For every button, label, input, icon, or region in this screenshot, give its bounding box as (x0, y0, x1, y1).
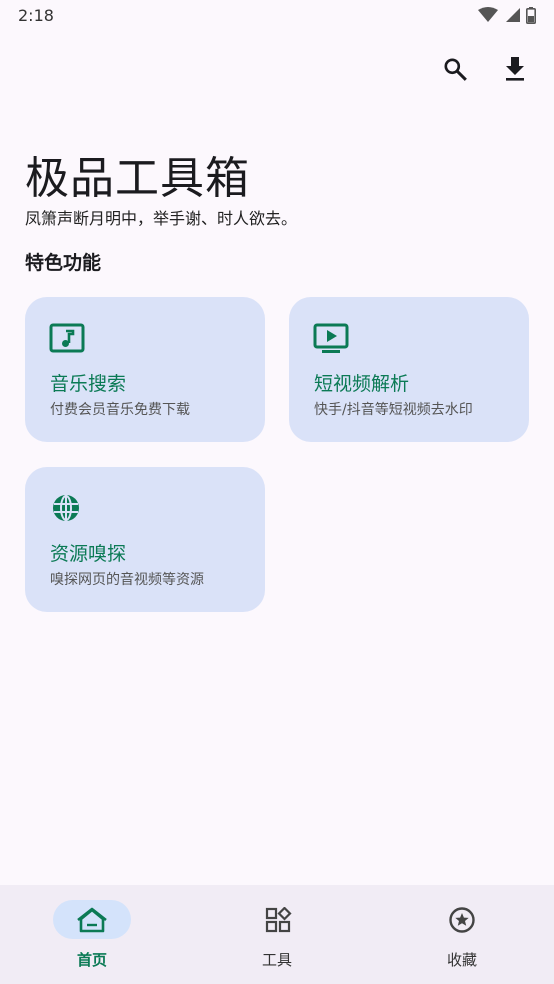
card-video-parse[interactable]: 短视频解析 快手/抖音等短视频去水印 (289, 297, 529, 442)
star-circle-icon (449, 907, 475, 933)
card-title: 短视频解析 (314, 373, 410, 395)
nav-label-favorites: 收藏 (446, 951, 477, 969)
app-bar-actions (440, 52, 530, 86)
nav-item-home[interactable]: 首页 (0, 885, 184, 984)
home-icon (77, 907, 107, 933)
download-icon (506, 57, 524, 81)
card-title: 音乐搜索 (50, 373, 127, 395)
status-icons (478, 6, 536, 24)
nav-item-favorites[interactable]: 收藏 (370, 885, 554, 984)
page-title: 极品工具箱 (25, 153, 250, 204)
card-desc: 付费会员音乐免费下载 (50, 402, 190, 418)
video-play-icon (313, 323, 349, 353)
card-title: 资源嗅探 (50, 543, 127, 565)
download-button[interactable] (500, 52, 530, 86)
nav-label-tools: 工具 (261, 951, 292, 969)
card-resource-sniff[interactable]: 资源嗅探 嗅探网页的音视频等资源 (25, 467, 265, 612)
music-note-icon (49, 323, 85, 353)
bottom-nav: 首页 工具 收藏 (0, 885, 554, 984)
page-subtitle: 凤箫声断月明中，举手谢、时人欲去。 (25, 209, 298, 228)
cell-signal-icon (506, 8, 520, 22)
battery-icon (526, 6, 536, 24)
globe-icon (53, 495, 79, 521)
status-bar: 2:18 (0, 0, 554, 30)
widgets-icon (265, 907, 292, 933)
wifi-icon (478, 7, 498, 22)
card-desc: 嗅探网页的音视频等资源 (50, 572, 204, 588)
nav-item-tools[interactable]: 工具 (185, 885, 369, 984)
section-title: 特色功能 (25, 252, 102, 274)
card-desc: 快手/抖音等短视频去水印 (314, 402, 473, 418)
card-music-search[interactable]: 音乐搜索 付费会员音乐免费下载 (25, 297, 265, 442)
nav-label-home: 首页 (76, 951, 107, 969)
search-icon (444, 58, 467, 81)
status-time: 2:18 (18, 5, 54, 25)
search-button[interactable] (440, 52, 470, 86)
